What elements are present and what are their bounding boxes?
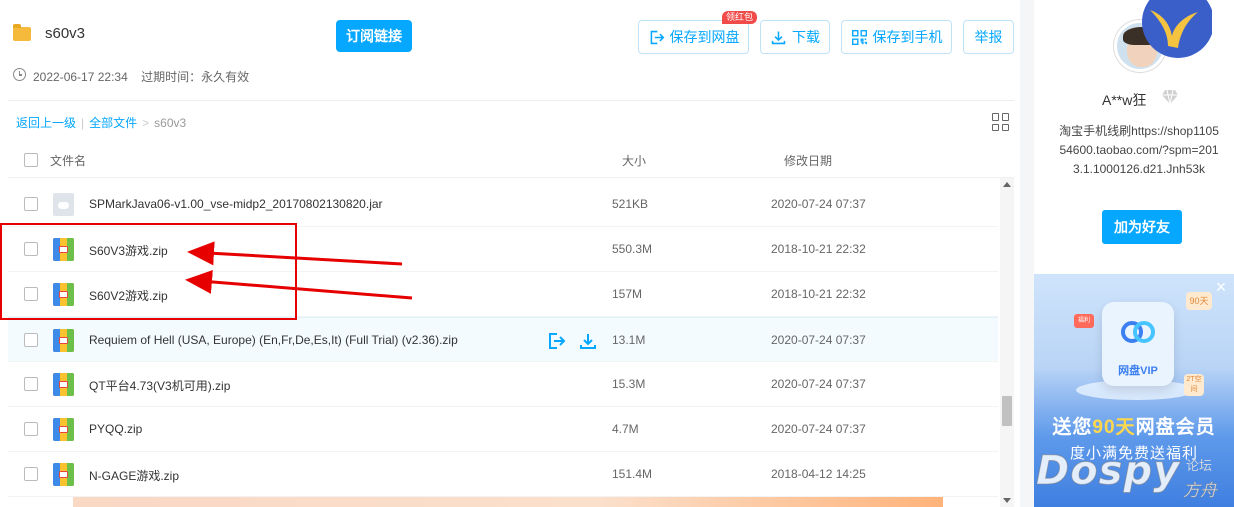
file-name[interactable]: Requiem of Hell (USA, Europe) (En,Fr,De,… xyxy=(89,333,458,347)
zip-file-icon xyxy=(53,418,74,441)
subscribe-link-button[interactable]: 订阅链接 xyxy=(336,20,412,52)
gift-icon: 福利 xyxy=(1074,314,1094,328)
jar-file-icon xyxy=(53,193,74,216)
red-packet-badge[interactable]: 领红包 xyxy=(722,11,758,24)
breadcrumb-divider: | xyxy=(81,115,85,130)
watermark-brand: Dospy xyxy=(1035,448,1181,495)
ad-days-badge: 90天 xyxy=(1186,292,1212,310)
ad-vip-label: 网盘VIP xyxy=(1118,365,1158,377)
file-date: 2020-07-24 07:37 xyxy=(771,197,866,211)
file-size: 13.1M xyxy=(612,333,646,347)
zip-file-icon xyxy=(53,329,74,352)
file-date: 2018-10-21 22:32 xyxy=(771,242,866,256)
breadcrumb: 返回上一级 | 全部文件 > s60v3 xyxy=(16,114,186,131)
table-row[interactable]: N-GAGE游戏.zip 151.4M 2018-04-12 14:25 xyxy=(8,452,998,497)
ad-space-badge: 2T空间 xyxy=(1184,374,1204,396)
watermark-tag-forum: 论坛 xyxy=(1186,458,1213,473)
ad-title: 送您90天网盘会员 xyxy=(1052,417,1216,438)
row-save-icon[interactable] xyxy=(546,331,566,351)
grid-view-icon[interactable] xyxy=(992,113,1010,131)
annotation-box xyxy=(0,223,297,320)
share-meta: 2022-06-17 22:34 过期时间：永久有效 xyxy=(33,68,249,85)
clock-icon xyxy=(13,68,26,81)
table-row[interactable]: PYQQ.zip 4.7M 2020-07-24 07:37 xyxy=(8,407,998,452)
file-date: 2020-07-24 07:37 xyxy=(771,377,866,391)
scroll-thumb[interactable] xyxy=(1002,396,1012,426)
folder-icon xyxy=(13,24,31,41)
file-date: 2020-07-24 07:37 xyxy=(771,333,866,347)
file-size: 4.7M xyxy=(612,422,639,436)
download-icon xyxy=(771,31,786,44)
file-name[interactable]: N-GAGE游戏.zip xyxy=(89,467,179,484)
column-header-name[interactable]: 文件名 xyxy=(50,152,86,169)
file-size: 521KB xyxy=(612,197,649,211)
bottom-banner[interactable] xyxy=(73,497,943,507)
table-row[interactable]: Requiem of Hell (USA, Europe) (En,Fr,De,… xyxy=(8,317,998,362)
row-download-icon[interactable] xyxy=(578,331,598,351)
file-size: 151.4M xyxy=(612,467,653,481)
row-checkbox[interactable] xyxy=(24,377,38,391)
row-checkbox[interactable] xyxy=(24,422,38,436)
column-header-size[interactable]: 大小 xyxy=(622,152,646,169)
file-date: 2018-04-12 14:25 xyxy=(771,467,866,481)
row-checkbox[interactable] xyxy=(24,333,38,347)
scrollbar[interactable] xyxy=(1000,178,1014,507)
diamond-icon xyxy=(1162,89,1178,105)
breadcrumb-current: s60v3 xyxy=(154,115,187,130)
watermark-tag-ark: 方舟 xyxy=(1183,481,1218,501)
ad-vip-card: 网盘VIP xyxy=(1102,302,1174,386)
breadcrumb-back-link[interactable]: 返回上一级 xyxy=(16,114,76,131)
scroll-down-icon[interactable] xyxy=(1003,498,1011,503)
report-button[interactable]: 举报 xyxy=(963,20,1014,54)
sidebar-divider xyxy=(1020,0,1034,507)
table-row[interactable]: SPMarkJava06-v1.00_vse-midp2_20170802130… xyxy=(8,182,998,227)
uploader-sidebar: A**w狂 淘宝手机线刷https://shop110554600.taobao… xyxy=(1034,0,1234,507)
table-row[interactable]: QT平台4.73(V3机可用).zip 15.3M 2020-07-24 07:… xyxy=(8,362,998,407)
zip-file-icon xyxy=(53,463,74,486)
folder-title: s60v3 xyxy=(45,25,86,42)
shop-description: 淘宝手机线刷https://shop110554600.taobao.com/?… xyxy=(1059,124,1219,176)
expiry-text: 过期时间：永久有效 xyxy=(141,70,250,84)
file-name[interactable]: QT平台4.73(V3机可用).zip xyxy=(89,377,230,394)
file-name[interactable]: SPMarkJava06-v1.00_vse-midp2_20170802130… xyxy=(89,197,383,211)
column-header-date[interactable]: 修改日期 xyxy=(784,152,832,169)
zip-file-icon xyxy=(53,373,74,396)
file-name[interactable]: PYQQ.zip xyxy=(89,422,142,436)
share-date: 2022-06-17 22:34 xyxy=(33,70,128,84)
save-to-phone-label: 保存到手机 xyxy=(872,29,943,45)
file-size: 550.3M xyxy=(612,242,653,256)
file-size: 15.3M xyxy=(612,377,646,391)
close-icon[interactable]: × xyxy=(1214,278,1228,296)
row-checkbox[interactable] xyxy=(24,467,38,481)
qr-code-icon xyxy=(851,29,867,45)
file-date: 2018-10-21 22:32 xyxy=(771,287,866,301)
download-label: 下载 xyxy=(792,29,820,45)
row-checkbox[interactable] xyxy=(24,197,38,211)
file-size: 157M xyxy=(612,287,643,301)
cloud-disk-icon xyxy=(1121,321,1155,343)
add-friend-button[interactable]: 加为好友 xyxy=(1102,210,1182,244)
save-to-disk-button[interactable]: 保存到网盘 xyxy=(638,20,749,54)
vip-bird-icon xyxy=(1142,0,1212,58)
save-to-phone-button[interactable]: 保存到手机 xyxy=(841,20,952,54)
divider xyxy=(8,100,1014,101)
breadcrumb-all-files-link[interactable]: 全部文件 xyxy=(89,114,137,131)
uploader-name: A**w狂 xyxy=(1102,92,1147,108)
table-header: 文件名 大小 修改日期 xyxy=(8,140,1014,178)
save-to-disk-icon xyxy=(650,30,664,44)
scroll-up-icon[interactable] xyxy=(1003,182,1011,187)
save-to-disk-label: 保存到网盘 xyxy=(669,29,740,45)
file-date: 2020-07-24 07:37 xyxy=(771,422,866,436)
download-button[interactable]: 下载 xyxy=(760,20,830,54)
select-all-checkbox[interactable] xyxy=(24,153,38,167)
breadcrumb-separator: > xyxy=(142,115,150,130)
